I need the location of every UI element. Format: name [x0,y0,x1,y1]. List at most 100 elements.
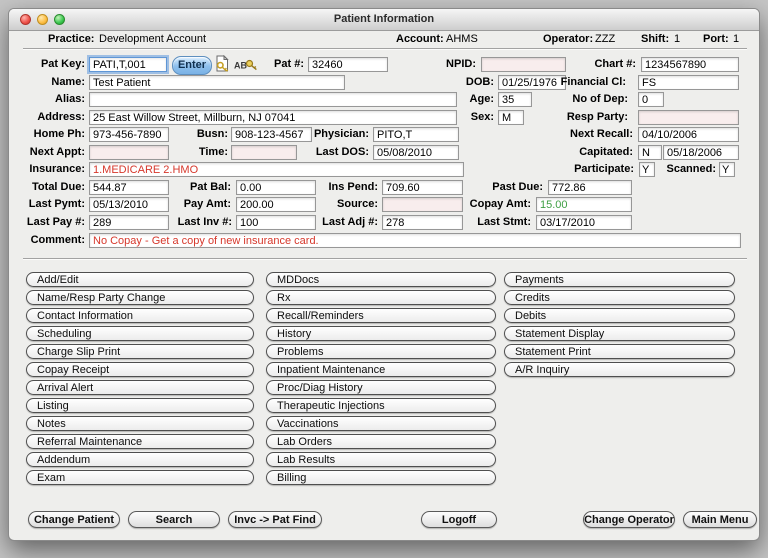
action-button-credits[interactable]: Credits [504,290,735,305]
search-button[interactable]: Search [128,511,220,528]
action-button-history[interactable]: History [266,326,496,341]
document-key-icon[interactable] [214,55,230,73]
action-button-a-r-inquiry[interactable]: A/R Inquiry [504,362,735,377]
scanned-field[interactable] [719,162,735,177]
action-button-billing[interactable]: Billing [266,470,496,485]
action-button-mddocs[interactable]: MDDocs [266,272,496,287]
action-button-add-edit[interactable]: Add/Edit [26,272,254,287]
physician-label: Physician: [309,127,369,142]
total-due-field[interactable] [89,180,169,195]
action-button-problems[interactable]: Problems [266,344,496,359]
action-button-notes[interactable]: Notes [26,416,254,431]
change-operator-button[interactable]: Change Operator [583,511,675,528]
physician-field[interactable] [373,127,459,142]
alias-field[interactable] [89,92,457,107]
home-phone-field[interactable] [89,127,169,142]
last-pymt-field[interactable] [89,197,169,212]
action-button-lab-orders[interactable]: Lab Orders [266,434,496,449]
next-appt-field[interactable] [89,145,169,160]
past-due-field[interactable] [548,180,632,195]
action-button-inpatient-maintenance[interactable]: Inpatient Maintenance [266,362,496,377]
action-button-payments[interactable]: Payments [504,272,735,287]
action-button-listing[interactable]: Listing [26,398,254,413]
action-button-rx[interactable]: Rx [266,290,496,305]
chart-number-field[interactable] [641,57,739,72]
address-label: Address: [13,110,85,125]
window-title: Patient Information [9,9,759,30]
action-button-scheduling[interactable]: Scheduling [26,326,254,341]
name-field[interactable] [89,75,345,90]
action-button-arrival-alert[interactable]: Arrival Alert [26,380,254,395]
title-bar[interactable]: Patient Information [9,9,759,31]
action-button-charge-slip-print[interactable]: Charge Slip Print [26,344,254,359]
action-column-left: Add/Edit Name/Resp Party Change Contact In… [26,272,254,488]
last-pay-no-field[interactable] [89,215,169,230]
action-button-vaccinations[interactable]: Vaccinations [266,416,496,431]
no-of-dep-field[interactable] [638,92,664,107]
action-button-exam[interactable]: Exam [26,470,254,485]
ins-pend-field[interactable] [382,180,463,195]
capitated-date-field[interactable] [663,145,739,160]
last-inv-no-field[interactable] [236,215,316,230]
source-label: Source: [319,197,378,212]
participate-label: Participate: [549,162,634,177]
change-patient-button[interactable]: Change Patient [28,511,120,528]
account-value: AHMS [446,32,478,47]
zoom-icon[interactable] [54,14,65,25]
comment-field[interactable] [89,233,741,248]
svg-text:AB: AB [234,61,247,71]
sex-field[interactable] [498,110,524,125]
comment-label: Comment: [13,233,85,248]
enter-button[interactable]: Enter [172,56,212,75]
action-button-proc-diag-history[interactable]: Proc/Diag History [266,380,496,395]
action-button-name-resp-party-change[interactable]: Name/Resp Party Change [26,290,254,305]
pay-amt-label: Pay Amt: [169,197,231,212]
age-field[interactable] [498,92,532,107]
pat-key-field[interactable] [89,57,167,72]
action-column-middle: MDDocs Rx Recall/Reminders History Problems I… [266,272,496,488]
time-label: Time: [169,145,228,160]
last-stmt-field[interactable] [536,215,632,230]
financial-class-label: Financial Cl: [549,75,626,90]
action-button-statement-print[interactable]: Statement Print [504,344,735,359]
main-menu-button[interactable]: Main Menu [683,511,757,528]
action-button-addendum[interactable]: Addendum [26,452,254,467]
pay-amt-field[interactable] [236,197,316,212]
next-recall-field[interactable] [638,127,739,142]
shift-value: 1 [674,32,680,47]
time-field[interactable] [231,145,297,160]
action-button-contact-information[interactable]: Contact Information [26,308,254,323]
no-of-dep-label: No of Dep: [549,92,628,107]
resp-party-field[interactable] [638,110,739,125]
patient-information-window: Patient Information Practice: Developmen… [8,8,760,541]
action-button-therapeutic-injections[interactable]: Therapeutic Injections [266,398,496,413]
insurance-field[interactable] [89,162,464,177]
resp-party-label: Resp Party: [549,110,628,125]
last-dos-field[interactable] [373,145,459,160]
home-phone-label: Home Ph: [13,127,85,142]
pat-number-field[interactable] [308,57,388,72]
close-icon[interactable] [20,14,31,25]
copay-amt-field[interactable] [536,197,632,212]
last-pay-no-label: Last Pay #: [13,215,85,230]
action-button-lab-results[interactable]: Lab Results [266,452,496,467]
business-phone-field[interactable] [231,127,312,142]
header-separator [23,48,747,49]
address-field[interactable] [89,110,457,125]
last-adj-no-field[interactable] [382,215,463,230]
invc-pat-find-button[interactable]: Invc -> Pat Find [228,511,322,528]
logoff-button[interactable]: Logoff [421,511,497,528]
participate-field[interactable] [639,162,655,177]
operator-value: ZZZ [595,32,615,47]
action-button-statement-display[interactable]: Statement Display [504,326,735,341]
financial-class-field[interactable] [638,75,739,90]
capitated-flag-field[interactable] [638,145,662,160]
action-button-referral-maintenance[interactable]: Referral Maintenance [26,434,254,449]
last-stmt-label: Last Stmt: [467,215,531,230]
source-field[interactable] [382,197,463,212]
action-button-debits[interactable]: Debits [504,308,735,323]
minimize-icon[interactable] [37,14,48,25]
action-button-copay-receipt[interactable]: Copay Receipt [26,362,254,377]
action-button-recall-reminders[interactable]: Recall/Reminders [266,308,496,323]
pat-bal-field[interactable] [236,180,316,195]
